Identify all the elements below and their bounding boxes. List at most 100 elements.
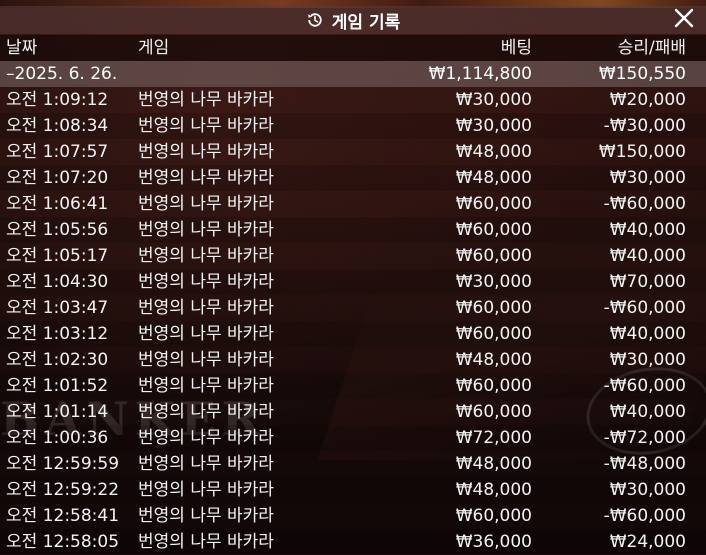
table-row[interactable]: 오전 1:08:34 번영의 나무 바카라 ₩30,000 -₩30,000	[0, 113, 706, 139]
row-time: 오전 1:02:30	[6, 350, 109, 370]
row-time: 오전 12:58:41	[6, 506, 120, 526]
table-row[interactable]: 오전 1:06:41 번영의 나무 바카라 ₩60,000 -₩60,000	[0, 191, 706, 217]
table-row[interactable]: 오전 1:00:36 번영의 나무 바카라 ₩72,000 -₩72,000	[0, 425, 706, 451]
column-header-win-loss: 승리/패배	[617, 38, 686, 58]
date-group-row[interactable]: –2025. 6. 26. ₩1,114,800 ₩150,550	[0, 61, 706, 87]
date-group-win-loss-total: ₩150,550	[598, 64, 686, 84]
row-time: 오전 1:07:57	[6, 142, 109, 162]
row-game: 번영의 나무 바카라	[138, 532, 274, 552]
date-group-bet-total: ₩1,114,800	[428, 64, 532, 84]
row-time: 오전 1:01:52	[6, 376, 109, 396]
row-game: 번영의 나무 바카라	[138, 220, 274, 240]
row-time: 오전 1:03:12	[6, 324, 109, 344]
row-game: 번영의 나무 바카라	[138, 194, 274, 214]
row-time: 오전 1:06:41	[6, 194, 109, 214]
row-bet: ₩48,000	[455, 480, 532, 500]
row-bet: ₩48,000	[455, 350, 532, 370]
row-bet: ₩72,000	[455, 428, 532, 448]
table-row[interactable]: 오전 12:58:41 번영의 나무 바카라 ₩60,000 -₩60,000	[0, 503, 706, 529]
table-row[interactable]: 오전 12:59:59 번영의 나무 바카라 ₩48,000 -₩48,000	[0, 451, 706, 477]
row-game: 번영의 나무 바카라	[138, 298, 274, 318]
row-bet: ₩60,000	[455, 376, 532, 396]
row-bet: ₩36,000	[455, 532, 532, 552]
row-time: 오전 1:04:30	[6, 272, 109, 292]
row-game: 번영의 나무 바카라	[138, 506, 274, 526]
row-bet: ₩48,000	[455, 454, 532, 474]
row-time: 오전 1:07:20	[6, 168, 109, 188]
table-row[interactable]: 오전 1:07:57 번영의 나무 바카라 ₩48,000 ₩150,000	[0, 139, 706, 165]
row-game: 번영의 나무 바카라	[138, 454, 274, 474]
table-row[interactable]: 오전 1:05:56 번영의 나무 바카라 ₩60,000 ₩40,000	[0, 217, 706, 243]
table-row[interactable]: 오전 12:58:05 번영의 나무 바카라 ₩36,000 ₩24,000	[0, 529, 706, 555]
row-game: 번영의 나무 바카라	[138, 142, 274, 162]
row-win-loss: ₩20,000	[609, 90, 686, 110]
page-title: 게임 기록	[331, 12, 401, 33]
table-row[interactable]: 오전 1:03:12 번영의 나무 바카라 ₩60,000 ₩40,000	[0, 321, 706, 347]
row-game: 번영의 나무 바카라	[138, 272, 274, 292]
row-bet: ₩60,000	[455, 220, 532, 240]
row-win-loss: ₩30,000	[609, 350, 686, 370]
panel-header: 게임 기록	[0, 6, 706, 34]
row-win-loss: -₩72,000	[603, 428, 686, 448]
table-row[interactable]: 오전 1:01:52 번영의 나무 바카라 ₩60,000 -₩60,000	[0, 373, 706, 399]
row-time: 오전 1:05:56	[6, 220, 109, 240]
row-game: 번영의 나무 바카라	[138, 428, 274, 448]
table-row[interactable]: 오전 12:59:22 번영의 나무 바카라 ₩48,000 ₩30,000	[0, 477, 706, 503]
row-win-loss: ₩30,000	[609, 480, 686, 500]
row-win-loss: ₩40,000	[609, 402, 686, 422]
column-header-game: 게임	[138, 38, 170, 58]
table-row[interactable]: 오전 1:04:30 번영의 나무 바카라 ₩30,000 ₩70,000	[0, 269, 706, 295]
row-time: 오전 1:01:14	[6, 402, 109, 422]
row-time: 오전 1:05:17	[6, 246, 109, 266]
row-bet: ₩60,000	[455, 324, 532, 344]
row-game: 번영의 나무 바카라	[138, 402, 274, 422]
row-win-loss: -₩60,000	[603, 376, 686, 396]
row-game: 번영의 나무 바카라	[138, 90, 274, 110]
history-list: 오전 1:09:12 번영의 나무 바카라 ₩30,000 ₩20,000 오전…	[0, 87, 706, 555]
row-time: 오전 12:59:22	[6, 480, 120, 500]
row-bet: ₩60,000	[455, 194, 532, 214]
row-time: 오전 1:00:36	[6, 428, 109, 448]
row-game: 번영의 나무 바카라	[138, 376, 274, 396]
row-bet: ₩30,000	[455, 116, 532, 136]
row-bet: ₩30,000	[455, 272, 532, 292]
row-bet: ₩30,000	[455, 90, 532, 110]
row-time: 오전 12:59:59	[6, 454, 120, 474]
row-win-loss: -₩60,000	[603, 506, 686, 526]
table-row[interactable]: 오전 1:01:14 번영의 나무 바카라 ₩60,000 ₩40,000	[0, 399, 706, 425]
row-game: 번영의 나무 바카라	[138, 246, 274, 266]
row-win-loss: ₩30,000	[609, 168, 686, 188]
table-row[interactable]: 오전 1:03:47 번영의 나무 바카라 ₩60,000 -₩60,000	[0, 295, 706, 321]
row-bet: ₩48,000	[455, 142, 532, 162]
row-win-loss: ₩40,000	[609, 246, 686, 266]
row-win-loss: -₩60,000	[603, 194, 686, 214]
table-header: 날짜 게임 베팅 승리/패배	[0, 35, 706, 61]
history-icon	[306, 11, 324, 29]
game-history-panel: 게임 기록 날짜 게임 베팅 승리/패배 –2025. 6. 26. ₩1,11…	[0, 0, 706, 555]
row-win-loss: -₩30,000	[603, 116, 686, 136]
row-win-loss: ₩40,000	[609, 220, 686, 240]
row-win-loss: ₩24,000	[609, 532, 686, 552]
column-header-date: 날짜	[6, 38, 38, 58]
table-row[interactable]: 오전 1:07:20 번영의 나무 바카라 ₩48,000 ₩30,000	[0, 165, 706, 191]
row-time: 오전 1:08:34	[6, 116, 109, 136]
column-header-bet: 베팅	[500, 38, 532, 58]
row-game: 번영의 나무 바카라	[138, 168, 274, 188]
close-button[interactable]	[672, 6, 696, 34]
table-row[interactable]: 오전 1:02:30 번영의 나무 바카라 ₩48,000 ₩30,000	[0, 347, 706, 373]
row-bet: ₩60,000	[455, 246, 532, 266]
date-group-label: –2025. 6. 26.	[6, 64, 118, 84]
row-game: 번영의 나무 바카라	[138, 480, 274, 500]
row-win-loss: -₩48,000	[603, 454, 686, 474]
row-game: 번영의 나무 바카라	[138, 350, 274, 370]
row-win-loss: ₩150,000	[598, 142, 686, 162]
row-win-loss: ₩40,000	[609, 324, 686, 344]
row-bet: ₩60,000	[455, 402, 532, 422]
row-time: 오전 1:03:47	[6, 298, 109, 318]
row-win-loss: ₩70,000	[609, 272, 686, 292]
row-time: 오전 1:09:12	[6, 90, 109, 110]
row-game: 번영의 나무 바카라	[138, 116, 274, 136]
table-row[interactable]: 오전 1:09:12 번영의 나무 바카라 ₩30,000 ₩20,000	[0, 87, 706, 113]
row-win-loss: -₩60,000	[603, 298, 686, 318]
table-row[interactable]: 오전 1:05:17 번영의 나무 바카라 ₩60,000 ₩40,000	[0, 243, 706, 269]
